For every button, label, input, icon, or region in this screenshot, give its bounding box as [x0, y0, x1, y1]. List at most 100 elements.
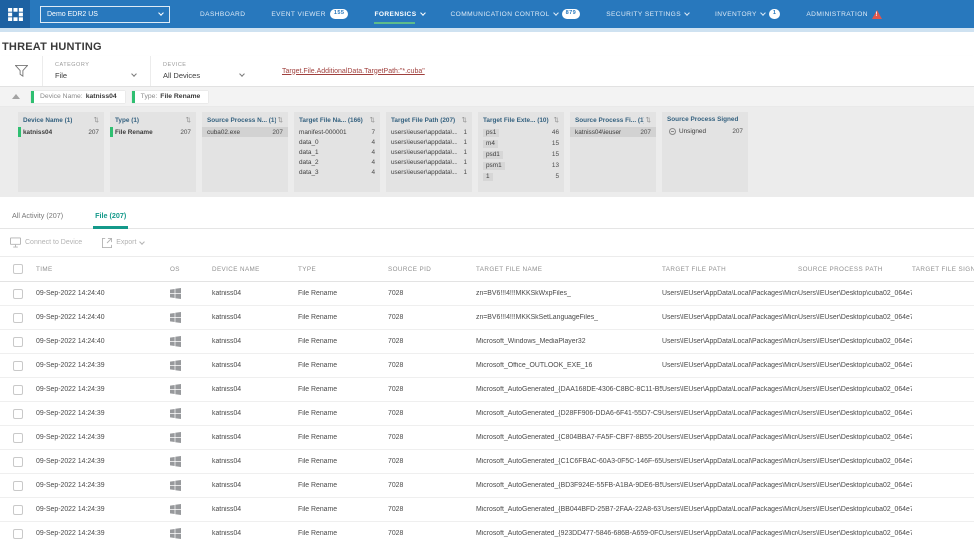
- facet-item[interactable]: users\ieuser\appdata\... 1: [386, 157, 472, 167]
- windows-icon: [170, 480, 181, 491]
- sort-icon[interactable]: ⇅: [186, 116, 191, 124]
- count-badge: 155: [330, 9, 349, 19]
- tab[interactable]: All Activity (207): [10, 211, 65, 228]
- col-os[interactable]: OS: [170, 266, 212, 273]
- table-row[interactable]: 09-Sep-2022 14:24:39 katniss04 File Rena…: [0, 522, 974, 543]
- windows-icon: [170, 312, 181, 323]
- nav-item[interactable]: ADMINISTRATION: [806, 0, 882, 28]
- nav-item[interactable]: INVENTORY 1: [715, 0, 780, 28]
- table-row[interactable]: 09-Sep-2022 14:24:39 katniss04 File Rena…: [0, 402, 974, 426]
- row-checkbox[interactable]: [13, 361, 23, 371]
- facet-item[interactable]: 1 5: [478, 171, 564, 182]
- table-row[interactable]: 09-Sep-2022 14:24:39 katniss04 File Rena…: [0, 378, 974, 402]
- sort-icon[interactable]: ⇅: [462, 116, 467, 124]
- table-row[interactable]: 09-Sep-2022 14:24:40 katniss04 File Rena…: [0, 330, 974, 354]
- facet-item[interactable]: data_0 4: [294, 137, 380, 147]
- connect-to-device-button[interactable]: Connect to Device: [10, 237, 82, 248]
- facet-item[interactable]: users\ieuser\appdata\... 1: [386, 167, 472, 177]
- facet-item[interactable]: manifest-000001 7: [294, 127, 380, 137]
- col-target-file-path[interactable]: TARGET FILE PATH: [662, 266, 798, 273]
- filter-funnel-icon[interactable]: [0, 65, 42, 77]
- fortinet-logo-icon[interactable]: [0, 0, 30, 28]
- device-filter[interactable]: DEVICE All Devices: [150, 56, 258, 86]
- cell-source-pid: 7028: [388, 482, 476, 489]
- row-checkbox[interactable]: [13, 481, 23, 491]
- facet-item[interactable]: psd1 15: [478, 149, 564, 160]
- windows-icon: [170, 336, 181, 347]
- facet-item[interactable]: users\ieuser\appdata\... 1: [386, 137, 472, 147]
- sort-icon[interactable]: ⇅: [370, 116, 375, 124]
- nav-item[interactable]: FORENSICS: [374, 0, 424, 28]
- nav-item[interactable]: SECURITY SETTINGS: [606, 0, 689, 28]
- tenant-select[interactable]: Demo EDR2 US: [40, 6, 170, 23]
- table-row[interactable]: 09-Sep-2022 14:24:39 katniss04 File Rena…: [0, 354, 974, 378]
- facet-item[interactable]: cuba02.exe 207: [202, 127, 288, 137]
- table-row[interactable]: 09-Sep-2022 14:24:40 katniss04 File Rena…: [0, 306, 974, 330]
- sort-icon[interactable]: ⇅: [554, 116, 559, 124]
- facet-item-name: data_2: [299, 159, 319, 166]
- facet-item-count: 4: [368, 159, 375, 166]
- chevron-down-icon: [684, 10, 690, 16]
- cell-type: File Rename: [298, 458, 388, 465]
- row-checkbox[interactable]: [13, 433, 23, 443]
- sort-icon[interactable]: ⇅: [278, 116, 283, 124]
- facet-item[interactable]: data_1 4: [294, 147, 380, 157]
- col-device-name[interactable]: DEVICE NAME: [212, 266, 298, 273]
- table-row[interactable]: 09-Sep-2022 14:24:39 katniss04 File Rena…: [0, 498, 974, 522]
- facet-item-count: 207: [637, 129, 651, 136]
- table-row[interactable]: 09-Sep-2022 14:24:40 katniss04 File Rena…: [0, 282, 974, 306]
- col-time[interactable]: TIME: [36, 266, 170, 273]
- tab[interactable]: File (207): [93, 211, 128, 228]
- filter-chips-row: Device Name: katniss04 Type: File Rename: [0, 87, 974, 107]
- table-row[interactable]: 09-Sep-2022 14:24:39 katniss04 File Rena…: [0, 450, 974, 474]
- table-row[interactable]: 09-Sep-2022 14:24:39 katniss04 File Rena…: [0, 426, 974, 450]
- row-checkbox[interactable]: [13, 505, 23, 515]
- facet-item[interactable]: users\ieuser\appdata\... 1: [386, 147, 472, 157]
- row-checkbox[interactable]: [13, 529, 23, 539]
- col-source-process-path[interactable]: SOURCE PROCESS PATH: [798, 266, 912, 273]
- row-checkbox[interactable]: [13, 313, 23, 323]
- nav-item-label: DASHBOARD: [200, 11, 245, 18]
- col-target-file-name[interactable]: TARGET FILE NAME: [476, 266, 662, 273]
- nav-item-label: INVENTORY: [715, 11, 757, 18]
- facet-item[interactable]: ps1 46: [478, 127, 564, 138]
- row-checkbox[interactable]: [13, 289, 23, 299]
- collapse-facets-button[interactable]: [8, 94, 24, 99]
- col-source-pid[interactable]: SOURCE PID: [388, 266, 476, 273]
- facet-item[interactable]: users\ieuser\appdata\... 1: [386, 127, 472, 137]
- facet-item[interactable]: katniss04\ieuser 207: [570, 127, 656, 137]
- row-checkbox[interactable]: [13, 457, 23, 467]
- sort-icon[interactable]: ⇅: [94, 116, 99, 124]
- cell-source-pid: 7028: [388, 386, 476, 393]
- cell-target-file-name: Microsoft_AutoGenerated_{923DD477-5846-6…: [476, 530, 662, 537]
- nav-item[interactable]: COMMUNICATION CONTROL 879: [451, 0, 581, 28]
- facet-item[interactable]: m4 15: [478, 138, 564, 149]
- col-target-file-signed[interactable]: TARGET FILE SIGNED: [912, 266, 974, 273]
- export-button[interactable]: Export: [102, 238, 144, 248]
- row-checkbox[interactable]: [13, 385, 23, 395]
- facet-item[interactable]: Unsigned 207: [662, 126, 748, 136]
- monitor-icon: [10, 237, 21, 248]
- filter-chip[interactable]: Device Name: katniss04: [31, 91, 125, 103]
- col-type[interactable]: TYPE: [298, 266, 388, 273]
- cell-time: 09-Sep-2022 14:24:40: [36, 290, 170, 297]
- facet-item[interactable]: data_2 4: [294, 157, 380, 167]
- row-checkbox[interactable]: [13, 409, 23, 419]
- table-row[interactable]: 09-Sep-2022 14:24:39 katniss04 File Rena…: [0, 474, 974, 498]
- facet-item[interactable]: File Rename 207: [110, 127, 196, 137]
- facet-item[interactable]: katniss04 207: [18, 127, 104, 137]
- facet-item[interactable]: psm1 13: [478, 160, 564, 171]
- select-all-checkbox[interactable]: [13, 264, 23, 274]
- sort-icon[interactable]: ⇅: [646, 116, 651, 124]
- cell-target-file-path: Users\IEUser\AppData\Local\Packages\Micr…: [662, 530, 798, 537]
- nav-item[interactable]: EVENT VIEWER 155: [271, 0, 348, 28]
- windows-icon: [170, 384, 181, 395]
- cell-time: 09-Sep-2022 14:24:39: [36, 482, 170, 489]
- facet-item[interactable]: data_3 4: [294, 167, 380, 177]
- table-body: 09-Sep-2022 14:24:40 katniss04 File Rena…: [0, 282, 974, 543]
- row-checkbox[interactable]: [13, 337, 23, 347]
- filter-chip[interactable]: Type: File Rename: [132, 91, 209, 103]
- query-link[interactable]: Target.File.AdditionalData.TargetPath:"*…: [282, 68, 425, 75]
- nav-item[interactable]: DASHBOARD: [200, 0, 245, 28]
- category-filter[interactable]: CATEGORY File: [42, 56, 150, 86]
